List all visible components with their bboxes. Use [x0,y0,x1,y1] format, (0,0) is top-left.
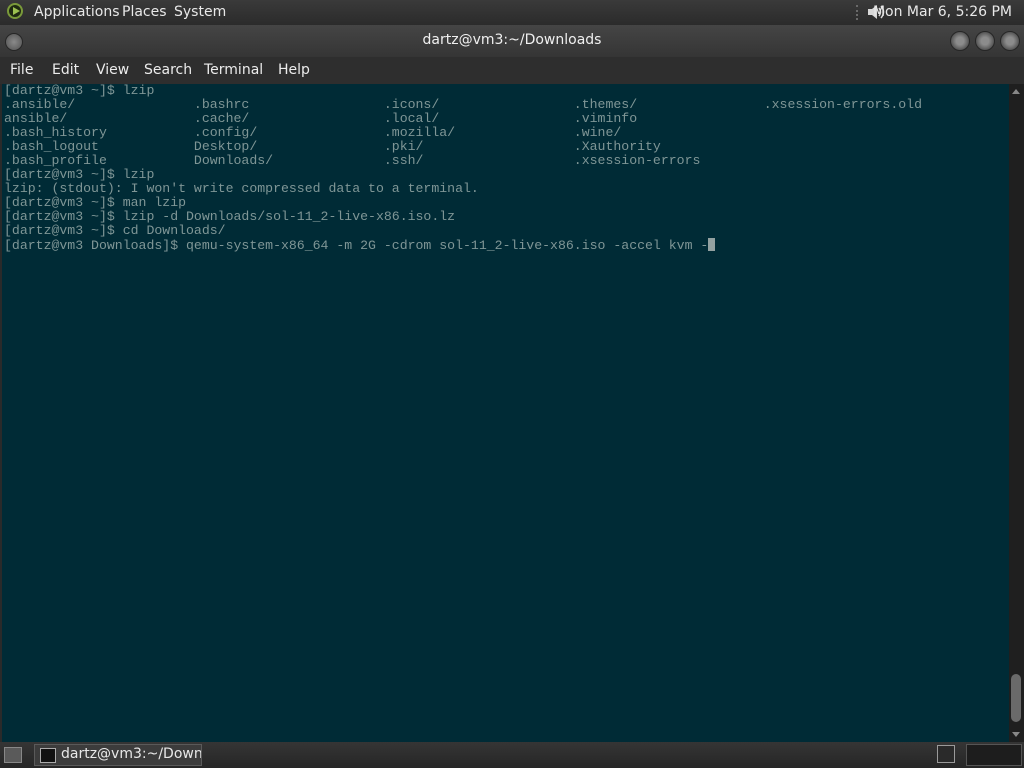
system-menu[interactable]: System [174,4,226,20]
menu-search[interactable]: Search [144,62,192,78]
panel-drag-handle[interactable] [856,5,861,20]
maximize-button[interactable] [975,31,995,51]
terminal-current-line: [dartz@vm3 Downloads]$ qemu-system-x86_6… [4,238,922,253]
terminal-line-text: [dartz@vm3 ~]$ lzip [4,167,155,182]
terminal-menubar: File Edit View Search Terminal Help [0,57,1024,84]
text-cursor [708,238,716,251]
terminal-scrollbar[interactable] [1009,84,1024,742]
terminal-output: [dartz@vm3 ~]$ lzip .ansible/ .bashrc .ic… [4,84,922,253]
workspace-switcher[interactable] [966,744,1022,766]
terminal-line: .bash_profile Downloads/ .ssh/ .xsession… [4,154,922,168]
clock[interactable]: Mon Mar 6, 5:26 PM [873,4,1012,20]
terminal-line: [dartz@vm3 ~]$ cd Downloads/ [4,224,922,238]
terminal-line: [dartz@vm3 ~]$ lzip [4,168,922,182]
terminal-line-text: [dartz@vm3 ~]$ cd Downloads/ [4,223,226,238]
terminal-line-text: .bash_history .config/ .mozilla/ .wine/ [4,125,622,140]
bottom-panel: dartz@vm3:~/Down... [0,742,1024,768]
terminal-line-text: [dartz@vm3 ~]$ man lzip [4,195,187,210]
terminal-line-text: .ansible/ .bashrc .icons/ .themes/ .xses… [4,97,922,112]
terminal-line: .bash_logout Desktop/ .pki/ .Xauthority [4,140,922,154]
terminal-line: ansible/ .cache/ .local/ .viminfo [4,112,922,126]
terminal-view[interactable]: [dartz@vm3 ~]$ lzip .ansible/ .bashrc .ic… [2,84,1009,742]
taskbar-window-label: dartz@vm3:~/Down... [61,746,202,762]
terminal-line-text: [dartz@vm3 ~]$ lzip -d Downloads/sol-11_… [4,209,456,224]
terminal-line: [dartz@vm3 ~]$ man lzip [4,196,922,210]
menu-help[interactable]: Help [278,62,310,78]
top-panel: Applications Places System Mon Mar 6, 5:… [0,0,1024,25]
window-titlebar[interactable]: dartz@vm3:~/Downloads [0,25,1024,57]
applications-menu[interactable]: Applications [34,4,120,20]
terminal-icon [40,748,56,763]
terminal-line-text: [dartz@vm3 Downloads]$ qemu-system-x86_6… [4,238,709,253]
menu-terminal[interactable]: Terminal [204,62,263,78]
terminal-line: [dartz@vm3 ~]$ lzip [4,84,922,98]
window-title: dartz@vm3:~/Downloads [422,32,602,48]
minimize-button[interactable] [950,31,970,51]
places-menu[interactable]: Places [122,4,167,20]
terminal-line: .ansible/ .bashrc .icons/ .themes/ .xses… [4,98,922,112]
terminal-line-text: [dartz@vm3 ~]$ lzip [4,84,155,98]
scroll-down-icon[interactable] [1012,732,1020,737]
terminal-line: [dartz@vm3 ~]$ lzip -d Downloads/sol-11_… [4,210,922,224]
terminal-line-text: .bash_profile Downloads/ .ssh/ .xsession… [4,153,701,168]
taskbar-window-button[interactable]: dartz@vm3:~/Down... [34,744,202,766]
menu-edit[interactable]: Edit [52,62,79,78]
terminal-line: lzip: (stdout): I won't write compressed… [4,182,922,196]
scrollbar-thumb[interactable] [1011,674,1021,722]
menu-file[interactable]: File [10,62,33,78]
show-desktop-icon[interactable] [4,747,22,763]
menu-view[interactable]: View [96,62,129,78]
terminal-line-text: ansible/ .cache/ .local/ .viminfo [4,111,638,126]
terminal-icon[interactable] [937,745,955,763]
close-button[interactable] [1000,31,1020,51]
terminal-line-text: lzip: (stdout): I won't write compressed… [4,181,479,196]
scroll-up-icon[interactable] [1012,89,1020,94]
gnome-foot-icon[interactable] [7,3,23,19]
terminal-line: .bash_history .config/ .mozilla/ .wine/ [4,126,922,140]
terminal-line-text: .bash_logout Desktop/ .pki/ .Xauthority [4,139,661,154]
